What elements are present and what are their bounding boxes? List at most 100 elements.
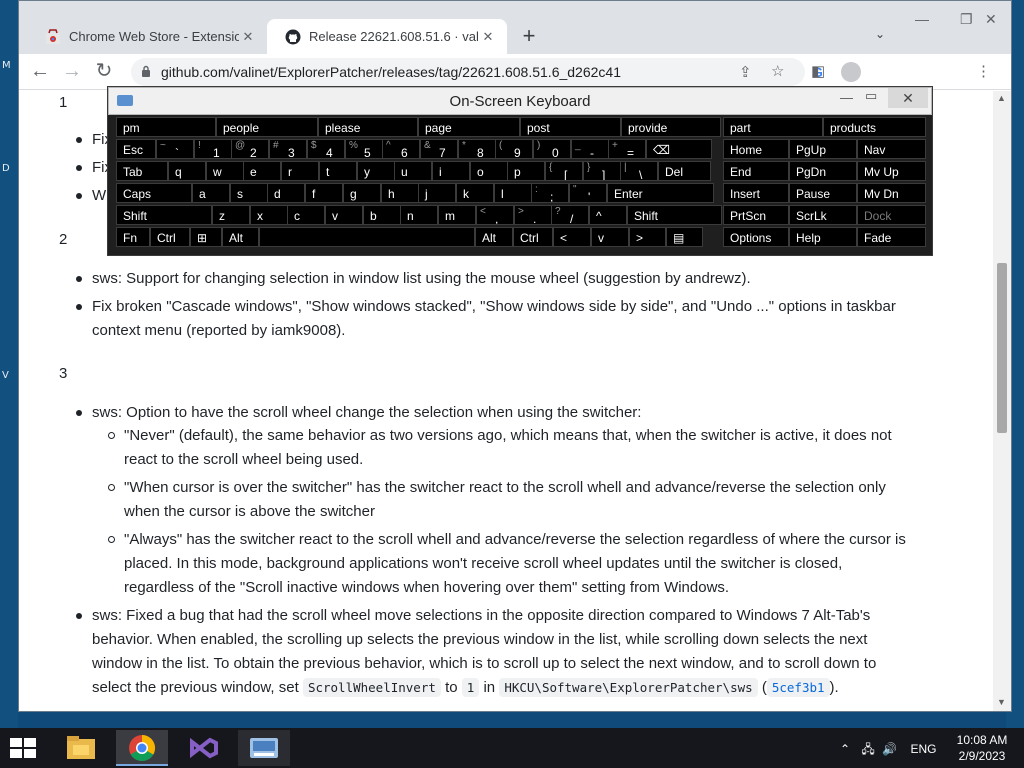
side-panel-icon[interactable]: ◧ (811, 64, 825, 80)
osk-key-3[interactable]: #3 (269, 139, 307, 159)
osk-key-r[interactable]: r (281, 161, 319, 181)
close-tab-icon[interactable]: ✕ (479, 29, 497, 45)
osk-key-home[interactable]: Home (723, 139, 789, 159)
osk-key-Esc[interactable]: Esc (116, 139, 156, 159)
osk-key-options[interactable]: Options (723, 227, 789, 247)
forward-arrow-icon[interactable]: → (60, 59, 84, 83)
commit-link[interactable]: 5cef3b1 (766, 678, 830, 697)
osk-key-x[interactable]: x (250, 205, 288, 225)
reload-icon[interactable]: ↻ (92, 59, 116, 83)
osk-key-y[interactable]: y (357, 161, 395, 181)
scroll-down-arrow-icon[interactable]: ▼ (997, 697, 1006, 707)
osk-key-Caps[interactable]: Caps (116, 183, 192, 203)
osk-key-v[interactable]: v (591, 227, 629, 247)
osk-key-nav[interactable]: Nav (857, 139, 926, 159)
osk-suggestion[interactable]: pm (116, 117, 216, 137)
osk-key-8[interactable]: * 8 (458, 139, 496, 159)
osk-key-v[interactable]: v (325, 205, 363, 225)
network-icon[interactable]: 🖧 (861, 742, 874, 756)
osk-key-⊞[interactable]: ⊞ (190, 227, 222, 247)
show-hidden-icons-icon[interactable]: ⌃ (840, 742, 850, 756)
osk-suggestion[interactable]: part (723, 117, 823, 137)
osk-key-Ctrl[interactable]: Ctrl (150, 227, 190, 247)
osk-key-[[interactable]: {[ (545, 161, 583, 181)
back-arrow-icon[interactable]: ← (28, 59, 52, 83)
osk-key-Tab[interactable]: Tab (116, 161, 168, 181)
clock[interactable]: 10:08 AM 2/9/2023 (950, 732, 1014, 764)
osk-key-mv-dn[interactable]: Mv Dn (857, 183, 926, 203)
osk-key->[interactable]: > (629, 227, 666, 247)
osk-key-=[interactable]: + = (608, 139, 646, 159)
osk-key-s[interactable]: s (230, 183, 268, 203)
osk-key-,[interactable]: <, (476, 205, 514, 225)
osk-key-b[interactable]: b (363, 205, 401, 225)
osk-key--[interactable]: _ - (571, 139, 609, 159)
tab-chrome-web-store[interactable]: Chrome Web Store - Extensions ✕ (27, 19, 267, 54)
osk-key-fade[interactable]: Fade (857, 227, 926, 247)
osk-key-i[interactable]: i (432, 161, 470, 181)
tab-github-release[interactable]: Release 22621.608.51.6 · valinet/E ✕ (267, 19, 507, 54)
chrome-icon[interactable] (116, 730, 168, 766)
osk-suggestion[interactable]: please (318, 117, 418, 137)
osk-title-bar[interactable]: On-Screen Keyboard — ▭ ✕ (108, 87, 932, 115)
volume-icon[interactable]: 🔊 (882, 742, 897, 756)
osk-key-/[interactable]: ? / (551, 205, 589, 225)
osk-key-'[interactable]: " ' (569, 183, 607, 203)
close-tab-icon[interactable]: ✕ (239, 29, 257, 45)
osk-key-1[interactable]: ! 1 (194, 139, 232, 159)
osk-key-pause[interactable]: Pause (789, 183, 857, 203)
osk-key-n[interactable]: n (400, 205, 438, 225)
osk-key-end[interactable]: End (723, 161, 789, 181)
osk-key-dock[interactable]: Dock (857, 205, 926, 225)
osk-key-w[interactable]: w (206, 161, 244, 181)
osk-key-k[interactable]: k (456, 183, 494, 203)
osk-key-Shift[interactable]: Shift (116, 205, 212, 225)
osk-suggestion[interactable]: products (823, 117, 926, 137)
osk-key-l[interactable]: l (494, 183, 532, 203)
page-scrollbar[interactable]: ▲ ▼ (993, 91, 1011, 711)
osk-key-Fn[interactable]: Fn (116, 227, 150, 247)
osk-key-mv-up[interactable]: Mv Up (857, 161, 926, 181)
osk-key-g[interactable]: g (343, 183, 381, 203)
on-screen-keyboard-taskbar-icon[interactable] (238, 730, 290, 766)
osk-key-space[interactable] (259, 227, 475, 247)
osk-key-7[interactable]: & 7 (420, 139, 458, 159)
osk-key-scrlk[interactable]: ScrLk (789, 205, 857, 225)
new-tab-button[interactable]: + (517, 23, 541, 49)
language-indicator[interactable]: ENG (910, 742, 936, 756)
osk-key-f[interactable]: f (305, 183, 343, 203)
osk-key-j[interactable]: j (418, 183, 456, 203)
osk-key-h[interactable]: h (381, 183, 419, 203)
osk-key-u[interactable]: u (394, 161, 432, 181)
osk-key-▤[interactable]: ▤ (666, 227, 703, 247)
osk-key-z[interactable]: z (212, 205, 250, 225)
osk-key-⌫[interactable]: ⌫ (646, 139, 712, 159)
osk-key-9[interactable]: (9 (495, 139, 533, 159)
file-explorer-icon[interactable] (55, 730, 107, 766)
osk-key-d[interactable]: d (267, 183, 305, 203)
osk-key-prtscn[interactable]: PrtScn (723, 205, 789, 225)
osk-key-.[interactable]: >. (514, 205, 552, 225)
scrollbar-thumb[interactable] (997, 263, 1007, 433)
osk-key-Ctrl[interactable]: Ctrl (513, 227, 553, 247)
osk-key-Enter[interactable]: Enter (607, 183, 714, 203)
osk-key-4[interactable]: $4 (307, 139, 345, 159)
osk-key-m[interactable]: m (438, 205, 476, 225)
osk-key-2[interactable]: @2 (231, 139, 269, 159)
osk-key-`[interactable]: ~ ` (156, 139, 194, 159)
maximize-icon[interactable]: ❐ (960, 11, 973, 28)
osk-key-pgdn[interactable]: PgDn (789, 161, 857, 181)
osk-suggestion[interactable]: provide (621, 117, 721, 137)
osk-key-a[interactable]: a (192, 183, 230, 203)
osk-key-0[interactable]: ) 0 (533, 139, 571, 159)
windows-start-icon[interactable] (10, 738, 38, 758)
tab-search-chevron-icon[interactable]: ⌄ (875, 27, 885, 41)
osk-key-Alt[interactable]: Alt (475, 227, 513, 247)
osk-key-^[interactable]: ^ (589, 205, 627, 225)
profile-avatar[interactable] (841, 62, 861, 82)
osk-key-t[interactable]: t (319, 161, 357, 181)
osk-suggestion[interactable]: page (418, 117, 520, 137)
osk-suggestion[interactable]: post (520, 117, 621, 137)
osk-key-c[interactable]: c (287, 205, 325, 225)
osk-key-help[interactable]: Help (789, 227, 857, 247)
